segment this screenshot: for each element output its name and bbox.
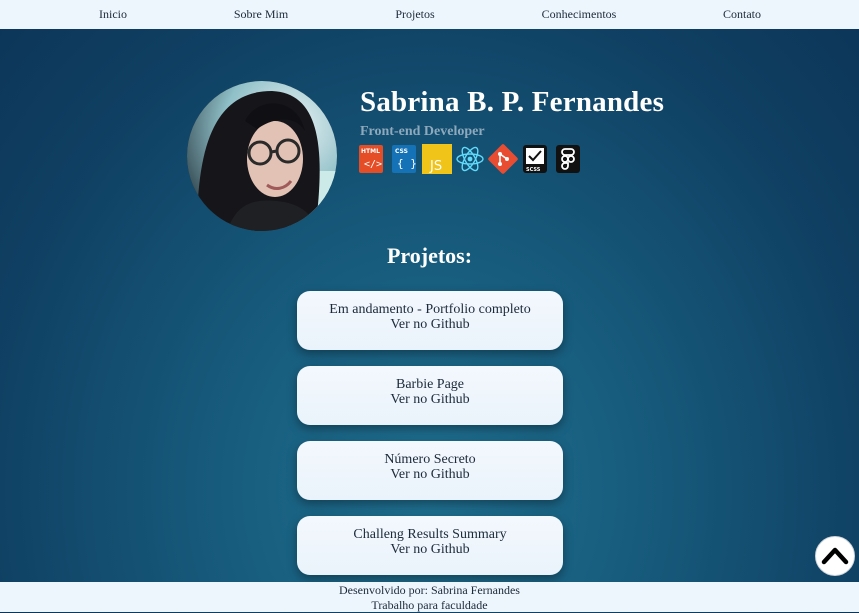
project-title: Barbie Page (395, 377, 465, 392)
project-github-link[interactable]: Ver no Github (297, 542, 563, 557)
top-nav: Inicio Sobre Mim Projetos Conhecimentos … (0, 0, 859, 29)
chevron-up-icon (821, 547, 849, 565)
project-card: Número Secreto Ver no Github (297, 441, 563, 500)
project-card: Challeng Results Summary Ver no Github (297, 516, 563, 575)
git-icon (487, 144, 518, 174)
project-card: Em andamento - Portfolio completo Ver no… (297, 291, 563, 350)
svg-text:CSS: CSS (395, 148, 408, 155)
footer-note: Trabalho para faculdade (371, 598, 488, 612)
nav-item-projetos[interactable]: Projetos (395, 7, 434, 22)
nav-item-sobre-mim[interactable]: Sobre Mim (234, 7, 288, 22)
project-github-link[interactable]: Ver no Github (297, 467, 563, 482)
scroll-top-button[interactable] (815, 536, 855, 576)
nav-item-inicio[interactable]: Inicio (99, 7, 127, 22)
project-github-link[interactable]: Ver no Github (297, 392, 563, 407)
profile-name: Sabrina B. P. Fernandes (360, 86, 665, 118)
html-icon: HTML </> (358, 144, 386, 174)
project-card: Barbie Page Ver no Github (297, 366, 563, 425)
sass-icon: SCSS (522, 144, 550, 174)
project-title: Challeng Results Summary (353, 527, 507, 542)
projects-title: Projetos: (386, 243, 473, 268)
project-title: Em andamento - Portfolio completo (329, 302, 531, 317)
project-github-link[interactable]: Ver no Github (297, 317, 563, 332)
project-title: Número Secreto (384, 452, 476, 467)
svg-text:{ }: { } (397, 157, 417, 170)
svg-text:SCSS: SCSS (526, 167, 541, 173)
footer-credit: Desenvolvido por: Sabrina Fernandes (339, 583, 520, 597)
css-icon: CSS { } (391, 144, 419, 174)
svg-text:</>: </> (364, 159, 382, 170)
profile-role: Front-end Developer (360, 124, 485, 139)
svg-text:JS: JS (429, 159, 442, 174)
nav-item-contato[interactable]: Contato (723, 7, 761, 22)
avatar (187, 81, 337, 231)
footer: Desenvolvido por: Sabrina Fernandes Trab… (0, 582, 859, 612)
react-icon (455, 144, 484, 174)
svg-text:HTML: HTML (361, 148, 380, 155)
nav-item-conhecimentos[interactable]: Conhecimentos (542, 7, 617, 22)
javascript-icon: JS (422, 144, 452, 174)
avatar-portrait (187, 81, 337, 231)
figma-icon (555, 144, 583, 174)
